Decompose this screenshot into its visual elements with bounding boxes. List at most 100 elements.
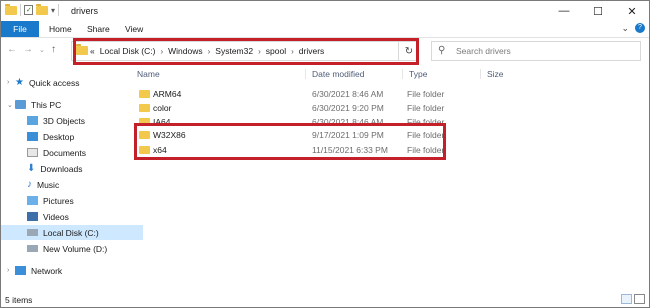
file-name: color (153, 103, 172, 113)
sidebar-item-pictures[interactable]: Pictures (19, 193, 143, 208)
desktop-icon (27, 132, 38, 141)
close-button[interactable]: ✕ (615, 1, 649, 21)
breadcrumb-overflow[interactable]: « (90, 46, 95, 56)
minimize-button[interactable]: — (547, 1, 581, 21)
sidebar-item-desktop[interactable]: Desktop (19, 129, 143, 144)
up-button[interactable]: ↑ (51, 44, 56, 55)
help-icon[interactable]: ? (635, 23, 645, 33)
chevron-right-icon[interactable]: › (7, 79, 15, 86)
details-view-icon[interactable] (621, 294, 632, 304)
folder-icon (139, 146, 150, 154)
sidebar-item-local-disk[interactable]: Local Disk (C:) (1, 225, 143, 240)
pictures-icon (27, 196, 38, 205)
file-row[interactable]: color 6/30/2021 9:20 PM File folder (139, 101, 479, 115)
drive-icon (27, 245, 38, 252)
large-icons-view-icon[interactable] (634, 294, 645, 304)
file-type: File folder (407, 145, 445, 155)
toolbar-divider (20, 4, 21, 16)
download-icon: ⬇ (27, 163, 36, 174)
title-bar: ✓ ▾ drivers — ☐ ✕ (1, 1, 649, 21)
search-box[interactable]: ⚲ Search drivers (431, 41, 641, 61)
chevron-right-icon[interactable]: › (160, 47, 163, 56)
folder-icon (139, 90, 150, 98)
sidebar-item-label: 3D Objects (43, 115, 86, 126)
sidebar-item-label: Pictures (43, 195, 74, 206)
forward-button[interactable]: → (23, 44, 33, 55)
sidebar-item-music[interactable]: ♪ Music (19, 177, 143, 192)
tab-home[interactable]: Home (49, 21, 72, 37)
column-header-date[interactable]: Date modified (312, 69, 364, 79)
sidebar-item-3d-objects[interactable]: 3D Objects (19, 113, 143, 128)
chevron-right-icon[interactable]: › (208, 47, 211, 56)
sidebar-item-videos[interactable]: Videos (19, 209, 143, 224)
column-divider[interactable] (480, 69, 481, 79)
breadcrumb-item-drivers[interactable]: drivers (299, 46, 325, 56)
sidebar-item-this-pc[interactable]: ⌄ This PC (7, 97, 131, 112)
quick-access-toolbar: ✓ ▾ (5, 3, 60, 16)
video-icon (27, 212, 38, 221)
file-row[interactable]: W32X86 9/17/2021 1:09 PM File folder (139, 128, 479, 142)
sidebar-item-label: Music (37, 179, 60, 190)
breadcrumb: « Local Disk (C:) › Windows › System32 ›… (90, 42, 324, 60)
file-date: 6/30/2021 9:20 PM (312, 103, 384, 113)
file-row[interactable]: ARM64 6/30/2021 8:46 AM File folder (139, 87, 479, 101)
chevron-right-icon[interactable]: › (291, 47, 294, 56)
sidebar-item-label: Quick access (28, 77, 80, 88)
chevron-right-icon[interactable]: › (258, 47, 261, 56)
sidebar-item-downloads[interactable]: ⬇ Downloads (19, 161, 143, 176)
refresh-icon[interactable]: ↻ (398, 42, 419, 60)
column-divider[interactable] (305, 69, 306, 79)
sidebar-item-new-volume[interactable]: New Volume (D:) (19, 241, 143, 256)
file-row[interactable]: x64 11/15/2021 6:33 PM File folder (139, 143, 479, 157)
tab-share[interactable]: Share (87, 21, 110, 37)
sidebar-item-network[interactable]: › Network (7, 263, 131, 278)
file-type: File folder (407, 89, 445, 99)
breadcrumb-item-local-disk[interactable]: Local Disk (C:) (100, 46, 156, 56)
file-row[interactable]: IA64 6/30/2021 8:46 AM File folder (139, 115, 479, 129)
file-name: IA64 (153, 117, 171, 127)
recent-locations-icon[interactable]: ⌄ (39, 46, 45, 54)
chevron-right-icon[interactable]: › (7, 267, 15, 274)
breadcrumb-item-windows[interactable]: Windows (168, 46, 202, 56)
chevron-down-icon[interactable]: ⌄ (7, 101, 15, 109)
file-date: 11/15/2021 6:33 PM (312, 145, 388, 155)
customize-toolbar-icon[interactable]: ▾ (51, 6, 55, 15)
column-header-type[interactable]: Type (409, 69, 427, 79)
drive-icon (27, 229, 38, 236)
tab-file[interactable]: File (1, 21, 39, 37)
file-type: File folder (407, 103, 445, 113)
folder-icon (5, 3, 17, 15)
sidebar-item-label: Videos (43, 211, 69, 222)
file-type: File folder (407, 117, 445, 127)
sidebar-item-label: This PC (31, 99, 62, 110)
properties-icon[interactable]: ✓ (24, 5, 33, 15)
file-date: 9/17/2021 1:09 PM (312, 130, 384, 140)
document-icon (27, 148, 38, 157)
expand-ribbon-icon[interactable]: ⌄ (621, 23, 629, 34)
breadcrumb-item-spool[interactable]: spool (266, 46, 286, 56)
ribbon-tabs: File Home Share View ⌄ ? (1, 21, 649, 38)
back-button[interactable]: ← (7, 44, 17, 55)
sidebar-item-quick-access[interactable]: › ★ Quick access (7, 75, 131, 90)
toolbar-divider (58, 4, 60, 16)
breadcrumb-item-system32[interactable]: System32 (215, 46, 253, 56)
new-folder-icon[interactable] (36, 3, 48, 15)
folder-icon (76, 44, 88, 55)
cube-icon (27, 116, 38, 125)
sidebar-item-label: Documents (43, 147, 86, 158)
column-header-name[interactable]: Name (137, 69, 160, 79)
address-bar[interactable]: « Local Disk (C:) › Windows › System32 ›… (71, 41, 419, 61)
sidebar-item-label: Network (31, 265, 63, 276)
computer-icon (15, 100, 26, 109)
column-divider[interactable] (402, 69, 403, 79)
explorer-window: ✓ ▾ drivers — ☐ ✕ File Home Share View ⌄… (0, 0, 650, 308)
file-name: W32X86 (153, 130, 186, 140)
column-header-size[interactable]: Size (487, 69, 504, 79)
address-row: ← → ⌄ ↑ « Local Disk (C:) › Windows › Sy… (1, 38, 649, 64)
sidebar-item-label: Downloads (40, 163, 83, 174)
sidebar-item-documents[interactable]: Documents (19, 145, 143, 160)
maximize-button[interactable]: ☐ (581, 1, 615, 21)
file-name: x64 (153, 145, 167, 155)
tab-view[interactable]: View (125, 21, 143, 37)
navigation-pane: › ★ Quick access ⌄ This PC 3D Objects De… (1, 65, 143, 291)
